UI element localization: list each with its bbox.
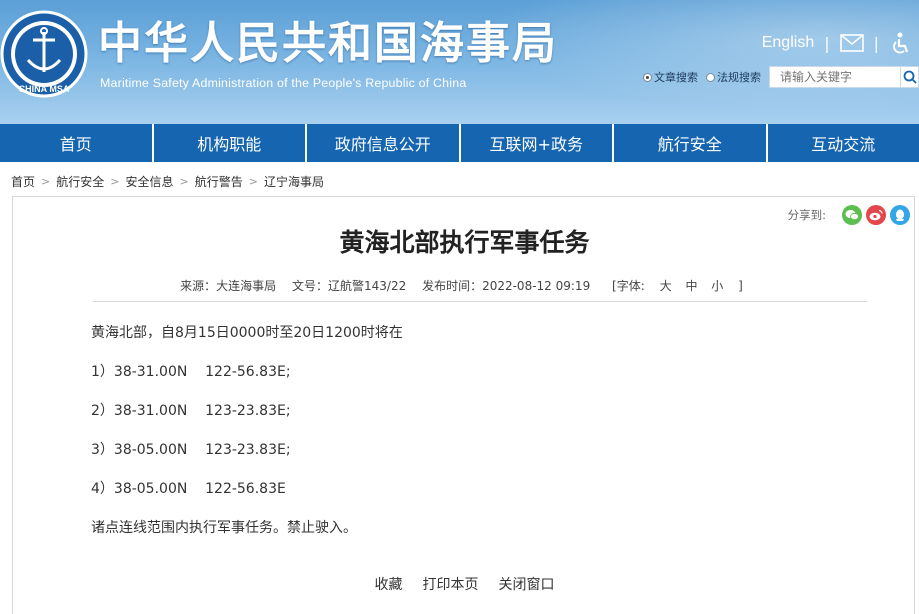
- coordinate-line: 3）38-05.00N 123-23.83E;: [91, 442, 291, 458]
- logo-text: CHINA MSA: [19, 84, 70, 94]
- nav-item-functions[interactable]: 机构职能: [154, 124, 307, 162]
- article-actions: 收藏 打印本页 关闭窗口: [13, 574, 916, 594]
- coordinate-line: 4）38-05.00N 122-56.83E: [91, 481, 286, 497]
- nav-item-home[interactable]: 首页: [0, 124, 154, 162]
- share-bar: 分享到:: [788, 205, 910, 225]
- site-header: CHINA MSA 中华人民共和国海事局 Maritime Safety Adm…: [0, 0, 919, 124]
- nav-item-internet-gov[interactable]: 互联网+政务: [461, 124, 614, 162]
- search-icon[interactable]: [901, 66, 919, 88]
- breadcrumb-safety-info[interactable]: 安全信息: [125, 173, 173, 190]
- breadcrumb-separator: >: [248, 174, 258, 188]
- print-link[interactable]: 打印本页: [423, 574, 479, 594]
- favorite-link[interactable]: 收藏: [375, 574, 403, 594]
- coordinate-line: 2）38-31.00N 123-23.83E;: [91, 403, 291, 419]
- search-option-article[interactable]: 文章搜索: [643, 69, 698, 85]
- close-window-link[interactable]: 关闭窗口: [499, 574, 555, 594]
- main-nav: 首页 机构职能 政府信息公开 互联网+政务 航行安全 互动交流: [0, 124, 919, 162]
- divider: [93, 301, 867, 302]
- breadcrumb: 首页 > 航行安全 > 安全信息 > 航行警告 > 辽宁海事局: [11, 172, 324, 190]
- nav-item-navigation-safety[interactable]: 航行安全: [614, 124, 768, 162]
- article-panel: 分享到: 黄海北部执行军事任务 来源：大连海事局 文号：辽航警143/22 发布…: [12, 196, 915, 614]
- accessibility-icon[interactable]: [889, 32, 913, 54]
- breadcrumb-home[interactable]: 首页: [11, 173, 35, 190]
- breadcrumb-liaoning-msa[interactable]: 辽宁海事局: [264, 173, 324, 190]
- article-paragraph: 黄海北部，自8月15日0000时至20日1200时将在: [91, 325, 403, 341]
- font-size-small[interactable]: 小: [711, 279, 723, 293]
- breadcrumb-separator: >: [179, 174, 189, 188]
- font-size-bracket: ]: [738, 279, 743, 293]
- article-publish-time: 发布时间：2022-08-12 09:19: [422, 279, 591, 293]
- font-size-label: [字体:: [612, 279, 645, 293]
- english-link[interactable]: English: [762, 34, 814, 52]
- share-label: 分享到:: [787, 208, 826, 222]
- search-input[interactable]: [769, 66, 901, 88]
- site-subtitle: Maritime Safety Administration of the Pe…: [100, 76, 467, 90]
- breadcrumb-separator: >: [41, 174, 51, 188]
- top-links: English | |: [762, 30, 913, 56]
- coordinate-line: 1）38-31.00N 122-56.83E;: [91, 364, 291, 380]
- article-source: 来源：大连海事局: [180, 279, 277, 293]
- article-meta: 来源：大连海事局 文号：辽航警143/22 发布时间：2022-08-12 09…: [13, 277, 916, 294]
- radio-unselected-icon: [706, 72, 715, 82]
- breadcrumb-separator: >: [110, 174, 120, 188]
- article-paragraph: 诸点连线范围内执行军事任务。禁止驶入。: [91, 520, 357, 536]
- article-title: 黄海北部执行军事任务: [339, 228, 590, 257]
- radio-selected-icon: [643, 72, 652, 82]
- mail-icon[interactable]: [839, 33, 864, 53]
- font-size-controls: [字体: 大 中 小 ]: [606, 279, 749, 293]
- search-option-label: 法规搜索: [717, 71, 761, 84]
- nav-item-gov-info[interactable]: 政府信息公开: [307, 124, 461, 162]
- font-size-medium[interactable]: 中: [685, 279, 697, 293]
- china-msa-logo[interactable]: CHINA MSA: [0, 10, 88, 98]
- site-title[interactable]: 中华人民共和国海事局: [98, 18, 558, 70]
- search-area: 文章搜索 法规搜索: [643, 66, 919, 88]
- search-option-label: 文章搜索: [654, 71, 698, 84]
- breadcrumb-nav-warning[interactable]: 航行警告: [195, 173, 243, 190]
- qq-icon[interactable]: [890, 205, 910, 225]
- separator: |: [873, 33, 879, 53]
- search-option-law[interactable]: 法规搜索: [706, 69, 761, 85]
- font-size-large[interactable]: 大: [660, 279, 672, 293]
- article-doc-number: 文号：辽航警143/22: [292, 279, 407, 293]
- separator: |: [824, 33, 830, 53]
- article-body: 黄海北部，自8月15日0000时至20日1200时将在 1）38-31.00N …: [91, 323, 851, 557]
- breadcrumb-navigation-safety[interactable]: 航行安全: [56, 173, 104, 190]
- nav-item-interaction[interactable]: 互动交流: [768, 124, 919, 162]
- weibo-icon[interactable]: [866, 205, 886, 225]
- wechat-icon[interactable]: [842, 205, 862, 225]
